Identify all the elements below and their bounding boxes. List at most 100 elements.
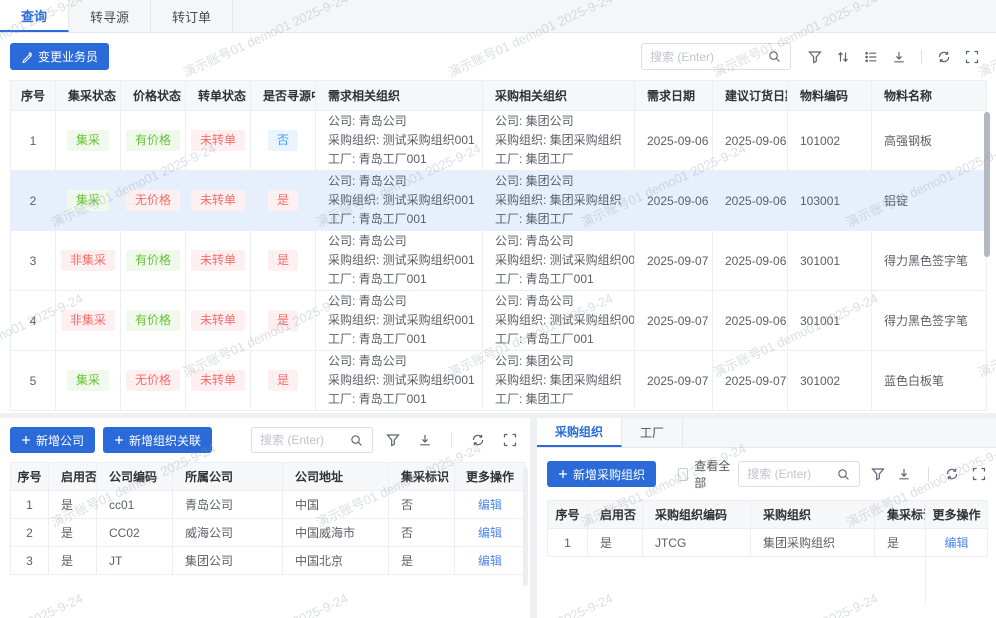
- search-icon[interactable]: [348, 432, 364, 448]
- col-demand-org: 需求相关组织: [316, 81, 483, 111]
- edit-link[interactable]: 编辑: [478, 498, 502, 512]
- add-company-button[interactable]: 新增公司: [10, 427, 95, 453]
- col-enabled: 启用否: [587, 501, 642, 529]
- demand-org-cell: 公司: 青岛公司 采购组织: 测试采购组织001 工厂: 青岛工厂001: [316, 171, 483, 231]
- table-row[interactable]: 3 非集采 有价格 未转单 是 公司: 青岛公司 采购组织: 测试采购组织001…: [11, 231, 987, 291]
- org-line: 采购组织: 测试采购组织001: [328, 131, 482, 150]
- demand-org-cell: 公司: 青岛公司 采购组织: 测试采购组织001 工厂: 青岛工厂001: [316, 111, 483, 171]
- search-icon[interactable]: [835, 466, 851, 482]
- edit-link[interactable]: 编辑: [944, 536, 968, 550]
- suggest-date-cell: 2025-09-06: [713, 231, 788, 291]
- col-sourcing: 是否寻源中: [251, 81, 316, 111]
- vertical-scrollbar[interactable]: [523, 468, 528, 586]
- purchase-org-cell: 公司: 集团公司 采购组织: 集团采购组织 工厂: 集团工厂: [483, 111, 635, 171]
- org-line: 工厂: 青岛工厂001: [328, 390, 482, 409]
- checkbox-icon[interactable]: [678, 468, 688, 481]
- org-toolbar: 新增采购组织 查看全部: [537, 448, 996, 500]
- org-line: 公司: 青岛公司: [495, 292, 634, 311]
- col-price-status: 价格状态: [121, 81, 186, 111]
- price-cell: 无价格: [121, 351, 186, 411]
- jicai-cell: 集采: [56, 171, 121, 231]
- org-line: 工厂: 集团工厂: [495, 150, 634, 169]
- tab-factory[interactable]: 工厂: [622, 418, 683, 447]
- col-material-code: 物料编码: [788, 81, 872, 111]
- purchase-org-table: 序号 启用否 采购组织编码 采购组织 集采标识 更多操作 1 是 JTCG 集团…: [547, 500, 988, 557]
- enabled-cell: 是: [49, 491, 97, 519]
- address-cell: 中国: [283, 491, 389, 519]
- download-icon[interactable]: [413, 428, 437, 452]
- refresh-icon[interactable]: [932, 45, 956, 69]
- edit-link[interactable]: 编辑: [478, 526, 502, 540]
- price-cell: 有价格: [121, 291, 186, 351]
- column-settings-icon[interactable]: [859, 45, 883, 69]
- table-row[interactable]: 1 集采 有价格 未转单 否 公司: 青岛公司 采购组织: 测试采购组织001 …: [11, 111, 987, 171]
- view-all-checkbox-wrap[interactable]: 查看全部: [678, 457, 730, 491]
- add-purchase-org-button[interactable]: 新增采购组织: [547, 461, 656, 487]
- org-line: 工厂: 集团工厂: [495, 390, 634, 409]
- material-code-cell: 103001: [788, 171, 872, 231]
- fullscreen-icon[interactable]: [498, 428, 522, 452]
- table-row[interactable]: 4 非集采 有价格 未转单 是 公司: 青岛公司 采购组织: 测试采购组织001…: [11, 291, 987, 351]
- seq-cell: 3: [11, 547, 49, 575]
- material-name-cell: 蓝色白板笔: [872, 351, 987, 411]
- main-search: [641, 43, 791, 70]
- download-icon[interactable]: [887, 45, 911, 69]
- table-row[interactable]: 1 是 cc01 青岛公司 中国 否 编辑: [11, 491, 526, 519]
- org-line: 工厂: 青岛工厂001: [495, 330, 634, 349]
- fixed-column-divider: [925, 505, 926, 605]
- tab-to-sourcing[interactable]: 转寻源: [69, 0, 151, 32]
- filter-icon[interactable]: [803, 45, 827, 69]
- tab-to-order[interactable]: 转订单: [151, 0, 233, 32]
- change-salesman-button[interactable]: 变更业务员: [10, 43, 109, 70]
- add-org-link-button[interactable]: 新增组织关联: [103, 427, 212, 453]
- company-search: [251, 427, 373, 453]
- col-suggest-date: 建议订货日期: [713, 81, 788, 111]
- org-line: 公司: 集团公司: [495, 352, 634, 371]
- price-cell: 有价格: [121, 231, 186, 291]
- sort-icon[interactable]: [831, 45, 855, 69]
- company-toolbar: 新增公司 新增组织关联: [0, 418, 530, 462]
- col-jicai-flag: 集采标识: [389, 463, 455, 491]
- main-search-input[interactable]: [650, 50, 766, 64]
- toolbar-divider: [928, 467, 929, 481]
- col-purchase-org: 采购相关组织: [483, 81, 635, 111]
- search-icon[interactable]: [766, 49, 782, 65]
- status-badge: 未转单: [191, 370, 245, 391]
- col-demand-date: 需求日期: [635, 81, 713, 111]
- company-search-input[interactable]: [260, 433, 348, 447]
- code-cell: JTCG: [642, 529, 750, 557]
- tab-purchase-org[interactable]: 采购组织: [537, 418, 622, 447]
- table-row[interactable]: 2 集采 无价格 未转单 是 公司: 青岛公司 采购组织: 测试采购组织001 …: [11, 171, 987, 231]
- tab-query[interactable]: 查询: [0, 0, 69, 32]
- org-line: 公司: 青岛公司: [328, 292, 482, 311]
- actions-cell: 编辑: [455, 491, 526, 519]
- vertical-scrollbar[interactable]: [984, 112, 990, 257]
- code-cell: CC02: [97, 519, 173, 547]
- plus-icon: [21, 435, 31, 445]
- seq-cell: 1: [11, 491, 49, 519]
- table-row[interactable]: 1 是 JTCG 集团采购组织 是 编辑: [547, 529, 987, 557]
- filter-icon[interactable]: [868, 462, 887, 486]
- fullscreen-icon[interactable]: [969, 462, 988, 486]
- col-material-name: 物料名称: [872, 81, 987, 111]
- main-tabbar: 查询 转寻源 转订单: [0, 0, 996, 33]
- refresh-icon[interactable]: [943, 462, 962, 486]
- demand-date-cell: 2025-09-07: [635, 351, 713, 411]
- filter-icon[interactable]: [381, 428, 405, 452]
- table-row[interactable]: 5 集采 无价格 未转单 是 公司: 青岛公司 采购组织: 测试采购组织001 …: [11, 351, 987, 411]
- status-badge: 有价格: [126, 310, 180, 331]
- address-cell: 中国威海市: [283, 519, 389, 547]
- table-row[interactable]: 2 是 CC02 威海公司 中国威海市 否 编辑: [11, 519, 526, 547]
- fullscreen-icon[interactable]: [960, 45, 984, 69]
- edit-link[interactable]: 编辑: [478, 554, 502, 568]
- table-row[interactable]: 3 是 JT 集团公司 中国北京 是 编辑: [11, 547, 526, 575]
- status-badge: 未转单: [191, 310, 245, 331]
- material-name-cell: 得力黑色签字笔: [872, 291, 987, 351]
- org-search-input[interactable]: [747, 467, 835, 481]
- status-badge: 非集采: [61, 310, 115, 331]
- org-line: 采购组织: 集团采购组织: [495, 131, 634, 150]
- download-icon[interactable]: [895, 462, 914, 486]
- sourcing-cell: 否: [251, 111, 316, 171]
- toolbar-divider: [451, 433, 452, 447]
- refresh-icon[interactable]: [466, 428, 490, 452]
